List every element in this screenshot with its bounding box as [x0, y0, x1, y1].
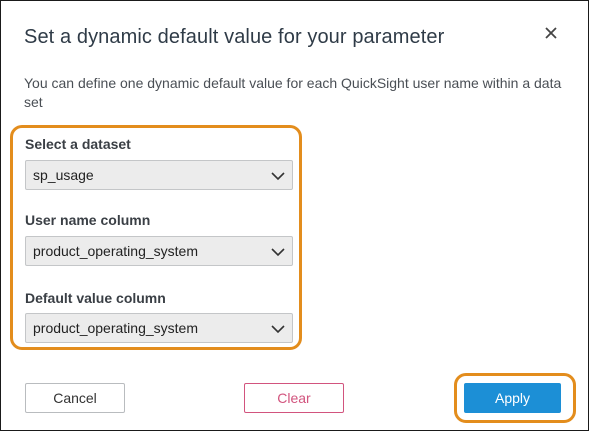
cancel-button[interactable]: Cancel [25, 383, 125, 413]
username-column-select[interactable]: product_operating_system [25, 236, 293, 266]
default-value-column-select[interactable]: product_operating_system [25, 313, 293, 343]
default-value-column-label: Default value column [25, 290, 166, 306]
chevron-down-icon [271, 169, 285, 183]
clear-button[interactable]: Clear [244, 383, 344, 413]
dataset-select-value: sp_usage [33, 167, 94, 183]
close-icon[interactable] [541, 23, 561, 43]
default-value-column-select-value: product_operating_system [33, 320, 198, 336]
dialog-description: You can define one dynamic default value… [24, 75, 562, 110]
username-column-label: User name column [25, 212, 151, 228]
dialog-title: Set a dynamic default value for your par… [24, 26, 445, 48]
dataset-select[interactable]: sp_usage [25, 160, 293, 190]
apply-button[interactable]: Apply [464, 383, 561, 413]
chevron-down-icon [271, 322, 285, 336]
dataset-label: Select a dataset [25, 136, 131, 152]
chevron-down-icon [271, 245, 285, 259]
parameter-default-dialog: Set a dynamic default value for your par… [0, 0, 589, 431]
username-column-select-value: product_operating_system [33, 243, 198, 259]
